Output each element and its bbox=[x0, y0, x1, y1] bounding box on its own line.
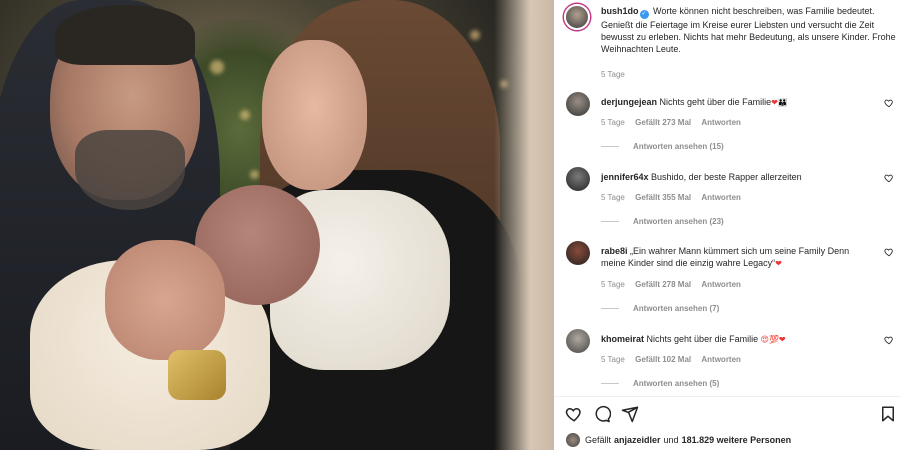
comment-item: derjungejean Nichts geht über die Famili… bbox=[564, 92, 900, 162]
liker-username[interactable]: anjazeidler bbox=[614, 435, 661, 445]
comment-likes[interactable]: Gefällt 102 Mal bbox=[635, 355, 691, 364]
reply-button[interactable]: Antworten bbox=[701, 355, 741, 364]
author-username[interactable]: bush1do bbox=[601, 6, 639, 16]
post-time[interactable]: 5 Tage bbox=[601, 70, 625, 79]
author-avatar[interactable] bbox=[564, 4, 590, 30]
likes-count[interactable]: 181.829 weitere Personen bbox=[682, 435, 792, 445]
view-replies-button[interactable]: Antworten ansehen (5) bbox=[601, 379, 719, 388]
comment-text: „Ein wahrer Mann kümmert sich um seine F… bbox=[601, 246, 850, 268]
comment-text: Nichts geht über die Familie bbox=[646, 334, 759, 344]
post-actions-bar: Gefällt anjazeidler und 181.829 weitere … bbox=[554, 396, 900, 450]
reply-button[interactable]: Antworten bbox=[701, 193, 741, 202]
commenter-avatar[interactable] bbox=[566, 167, 590, 191]
comment-time[interactable]: 5 Tage bbox=[601, 118, 625, 127]
comment-likes[interactable]: Gefällt 278 Mal bbox=[635, 280, 691, 289]
comment-item: khomeirat Nichts geht über die Familie 😍… bbox=[564, 329, 900, 396]
comment-likes[interactable]: Gefällt 355 Mal bbox=[635, 193, 691, 202]
comment-time[interactable]: 5 Tage bbox=[601, 280, 625, 289]
comment-item: jennifer64x Bushido, der beste Rapper al… bbox=[564, 167, 900, 237]
bookmark-icon[interactable] bbox=[879, 405, 897, 423]
comment-time[interactable]: 5 Tage bbox=[601, 355, 625, 364]
comment-icon[interactable] bbox=[593, 405, 611, 423]
verified-badge-icon: ✓ bbox=[639, 10, 649, 19]
share-icon[interactable] bbox=[621, 405, 639, 423]
reply-button[interactable]: Antworten bbox=[701, 280, 741, 289]
comment-text: Nichts geht über die Familie bbox=[659, 97, 772, 107]
heart-icon[interactable] bbox=[884, 247, 894, 257]
comments-panel: bush1do ✓ Worte können nicht beschreiben,… bbox=[554, 0, 900, 450]
comment-likes[interactable]: Gefällt 273 Mal bbox=[635, 118, 691, 127]
view-replies-button[interactable]: Antworten ansehen (23) bbox=[601, 217, 724, 226]
comment-time[interactable]: 5 Tage bbox=[601, 193, 625, 202]
heart-icon[interactable] bbox=[565, 405, 583, 423]
comment-item: rabe8i „Ein wahrer Mann kümmert sich um … bbox=[564, 241, 900, 321]
view-replies-button[interactable]: Antworten ansehen (7) bbox=[601, 304, 719, 313]
comment-username[interactable]: jennifer64x bbox=[601, 172, 649, 182]
comments-scroll-area[interactable]: bush1do ✓ Worte können nicht beschreiben,… bbox=[554, 0, 900, 396]
reply-button[interactable]: Antworten bbox=[701, 118, 741, 127]
heart-icon[interactable] bbox=[884, 335, 894, 345]
likes-summary: Gefällt anjazeidler und 181.829 weitere … bbox=[566, 433, 794, 447]
comment-username[interactable]: khomeirat bbox=[601, 334, 644, 344]
post-photo[interactable] bbox=[0, 0, 554, 450]
view-replies-button[interactable]: Antworten ansehen (15) bbox=[601, 142, 724, 151]
heart-icon[interactable] bbox=[884, 173, 894, 183]
comment-username[interactable]: derjungejean bbox=[601, 97, 657, 107]
heart-icon[interactable] bbox=[884, 98, 894, 108]
commenter-avatar[interactable] bbox=[566, 241, 590, 265]
liker-avatar[interactable] bbox=[566, 433, 580, 447]
gold-watch bbox=[168, 350, 226, 400]
comment-username[interactable]: rabe8i bbox=[601, 246, 628, 256]
commenter-avatar[interactable] bbox=[566, 329, 590, 353]
comment-text: Bushido, der beste Rapper allerzeiten bbox=[651, 172, 802, 182]
commenter-avatar[interactable] bbox=[566, 92, 590, 116]
